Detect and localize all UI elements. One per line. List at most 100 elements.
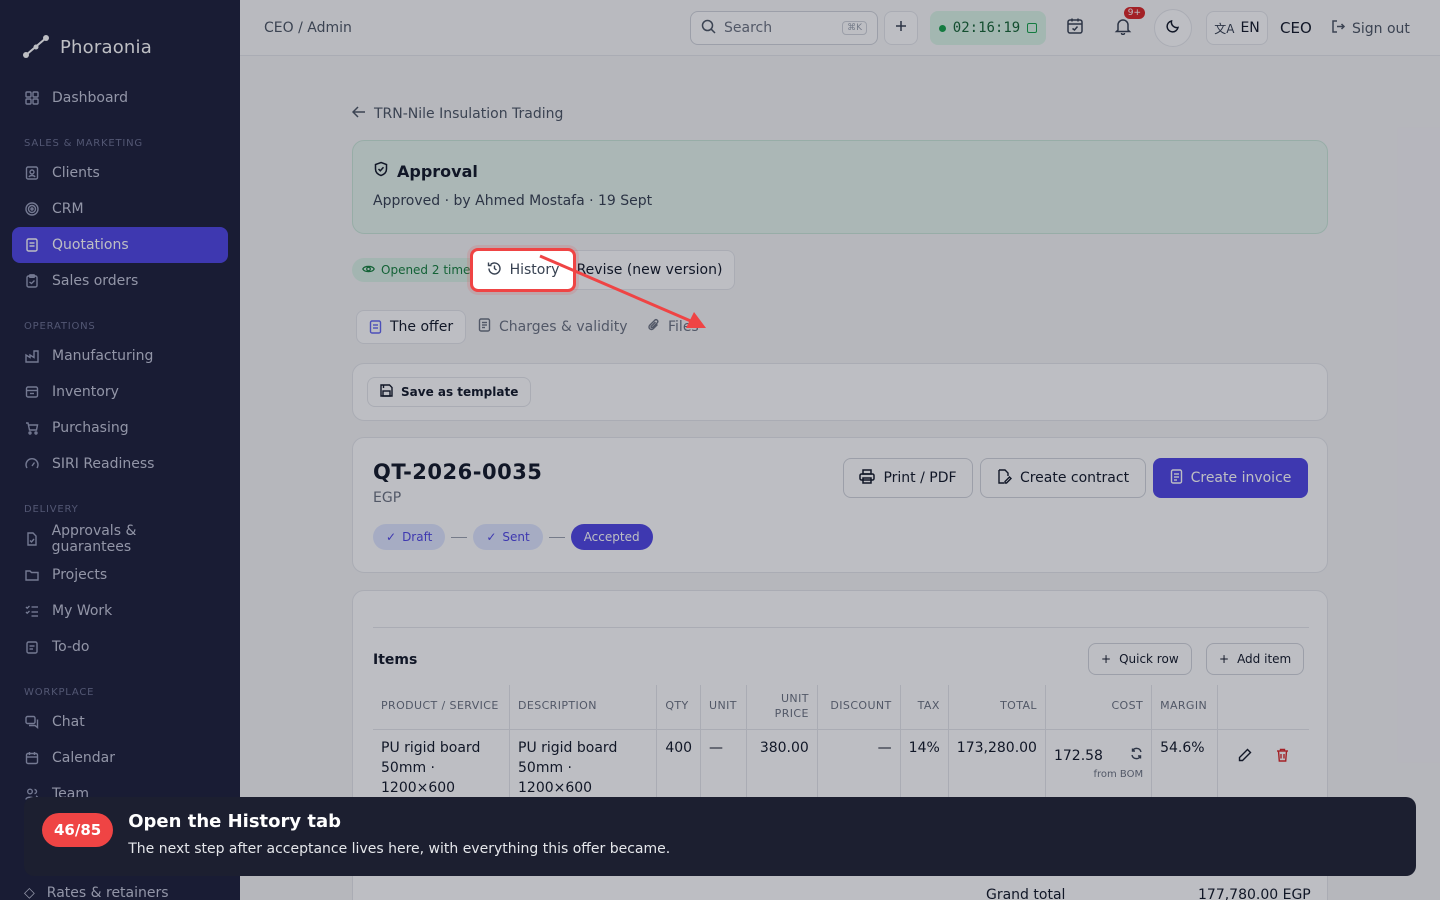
- tour-step-counter: 46/85: [42, 813, 114, 847]
- cell-total: 173,280.00: [948, 729, 1046, 807]
- tour-tooltip: 46/85 Open the History tab The next step…: [24, 797, 1416, 876]
- status-timeline: ✓ Draft ✓ Sent Accepted: [373, 524, 653, 550]
- sidebar-item-dashboard[interactable]: Dashboard: [12, 80, 228, 116]
- tab-offer[interactable]: The offer: [356, 310, 467, 344]
- print-pdf-button[interactable]: Print / PDF: [843, 458, 973, 498]
- add-button[interactable]: [884, 11, 918, 45]
- language-switcher[interactable]: 文A EN: [1206, 11, 1268, 45]
- create-invoice-button[interactable]: Create invoice: [1153, 458, 1308, 498]
- sidebar-item-todo[interactable]: To-do: [12, 629, 228, 665]
- cell-description[interactable]: PU rigid board 50mm · 1200×600: [509, 729, 658, 807]
- sidebar-item-projects[interactable]: Projects: [12, 557, 228, 593]
- theme-toggle[interactable]: [1154, 9, 1192, 47]
- template-bar: Save as template: [352, 363, 1328, 421]
- gauge-icon: [24, 456, 40, 472]
- document-icon: [24, 237, 40, 253]
- sidebar-item-label: Approvals & guarantees: [51, 523, 137, 555]
- sidebar-item-my-work[interactable]: My Work: [12, 593, 228, 629]
- search-input[interactable]: Search ⌘K: [690, 11, 878, 45]
- cell-qty[interactable]: 400: [656, 729, 702, 807]
- trash-icon[interactable]: [1276, 748, 1289, 768]
- calendar-button[interactable]: [1063, 16, 1087, 40]
- cell-tax[interactable]: 14%: [900, 729, 949, 807]
- sidebar-item-crm[interactable]: CRM: [12, 191, 228, 227]
- cell-cost: 172.58 from BOM: [1045, 729, 1153, 807]
- sidebar-item-inventory[interactable]: Inventory: [12, 374, 228, 410]
- tab-files[interactable]: Files: [636, 310, 711, 344]
- sidebar-item-label: Sales orders: [52, 273, 139, 289]
- sidebar-item-label: To-do: [52, 639, 90, 655]
- sidebar-item-calendar[interactable]: Calendar: [12, 740, 228, 776]
- sidebar-item-label: CRM: [52, 201, 84, 217]
- column-header: UNIT: [700, 685, 747, 730]
- sidebar-item-manufacturing[interactable]: Manufacturing: [12, 338, 228, 374]
- checklist-icon: [24, 603, 40, 619]
- cell-discount[interactable]: —: [817, 729, 901, 807]
- items-table: PRODUCT / SERVICE DESCRIPTION QTY UNIT U…: [373, 685, 1309, 807]
- tab-charges[interactable]: Charges & validity: [466, 310, 640, 344]
- sidebar-item-approvals[interactable]: Approvals & guarantees: [12, 521, 228, 557]
- logout-icon: [1331, 19, 1346, 38]
- arrow-left-icon: [351, 106, 366, 122]
- add-item-label: Add item: [1237, 652, 1292, 666]
- quote-header-card: QT-2026-0035 EGP ✓ Draft ✓ Sent Accepted…: [352, 437, 1328, 573]
- plus-icon: +: [1219, 652, 1230, 666]
- history-icon: [487, 261, 502, 280]
- create-contract-button[interactable]: Create contract: [980, 458, 1146, 498]
- main-content: TRN-Nile Insulation Trading Approval App…: [240, 56, 1440, 900]
- box-icon: [24, 384, 40, 400]
- status-accepted: Accepted: [570, 524, 653, 550]
- cell-unit-price[interactable]: 380.00: [746, 729, 818, 807]
- sidebar-item-label: Clients: [52, 165, 100, 181]
- signout-button[interactable]: Sign out: [1331, 19, 1410, 38]
- tag-icon: ◇: [24, 885, 35, 900]
- calendar-icon: [24, 750, 40, 766]
- cell-margin: 54.6%: [1151, 729, 1219, 807]
- chat-icon: [24, 714, 40, 730]
- sidebar-section-sales: SALES & MARKETING: [24, 138, 143, 149]
- brand[interactable]: Phoraonia: [0, 0, 240, 72]
- cart-icon: [24, 420, 40, 436]
- sidebar-item-clients[interactable]: Clients: [12, 155, 228, 191]
- quick-row-button[interactable]: + Quick row: [1088, 643, 1192, 675]
- pencil-icon[interactable]: [1238, 748, 1252, 768]
- column-header: MARGIN: [1151, 685, 1219, 730]
- check-icon: ✓: [486, 530, 497, 544]
- add-item-button[interactable]: + Add item: [1206, 643, 1305, 675]
- sidebar-section-workplace: WORKPLACE: [24, 687, 95, 698]
- todo-icon: [24, 639, 40, 655]
- factory-icon: [24, 348, 40, 364]
- sidebar-item-chat[interactable]: Chat: [12, 704, 228, 740]
- user-role[interactable]: CEO: [1280, 19, 1312, 37]
- notifications-button[interactable]: 9+: [1111, 7, 1145, 40]
- cell-unit[interactable]: —: [700, 729, 747, 807]
- search-placeholder: Search: [724, 20, 773, 36]
- back-link[interactable]: TRN-Nile Insulation Trading: [351, 106, 563, 122]
- invoice-label: Create invoice: [1190, 470, 1292, 486]
- tab-history[interactable]: History: [470, 248, 576, 292]
- receipt-icon: [478, 318, 491, 336]
- sidebar-item-rates[interactable]: ◇ Rates & retainers: [24, 885, 169, 900]
- sidebar-item-purchasing[interactable]: Purchasing: [12, 410, 228, 446]
- sidebar-item-sales-orders[interactable]: Sales orders: [12, 263, 228, 299]
- document-icon: [369, 320, 382, 334]
- column-header: COST: [1045, 685, 1153, 730]
- check-icon: ✓: [386, 530, 397, 544]
- sidebar-item-label: Inventory: [52, 384, 119, 400]
- table-row[interactable]: PU rigid board 50mm · 1200×600 PU rigid …: [373, 729, 1309, 807]
- sidebar-item-siri-readiness[interactable]: SIRI Readiness: [12, 446, 228, 482]
- column-header-actions: [1217, 685, 1309, 730]
- shield-check-icon: [373, 161, 389, 181]
- time-tracker[interactable]: 02:16:19: [930, 11, 1046, 45]
- sidebar-item-label: Purchasing: [52, 420, 129, 436]
- sidebar-item-quotations[interactable]: Quotations: [12, 227, 228, 263]
- eye-icon: [362, 263, 375, 277]
- tab-label: The offer: [390, 319, 454, 335]
- cell-product[interactable]: PU rigid board 50mm · 1200×600: [373, 729, 510, 807]
- sidebar-section-delivery: DELIVERY: [24, 504, 79, 515]
- save-template-button[interactable]: Save as template: [367, 377, 532, 407]
- column-header: TOTAL: [948, 685, 1046, 730]
- stop-icon[interactable]: [1027, 23, 1038, 33]
- items-title: Items: [373, 652, 418, 668]
- refresh-icon[interactable]: [1130, 746, 1143, 766]
